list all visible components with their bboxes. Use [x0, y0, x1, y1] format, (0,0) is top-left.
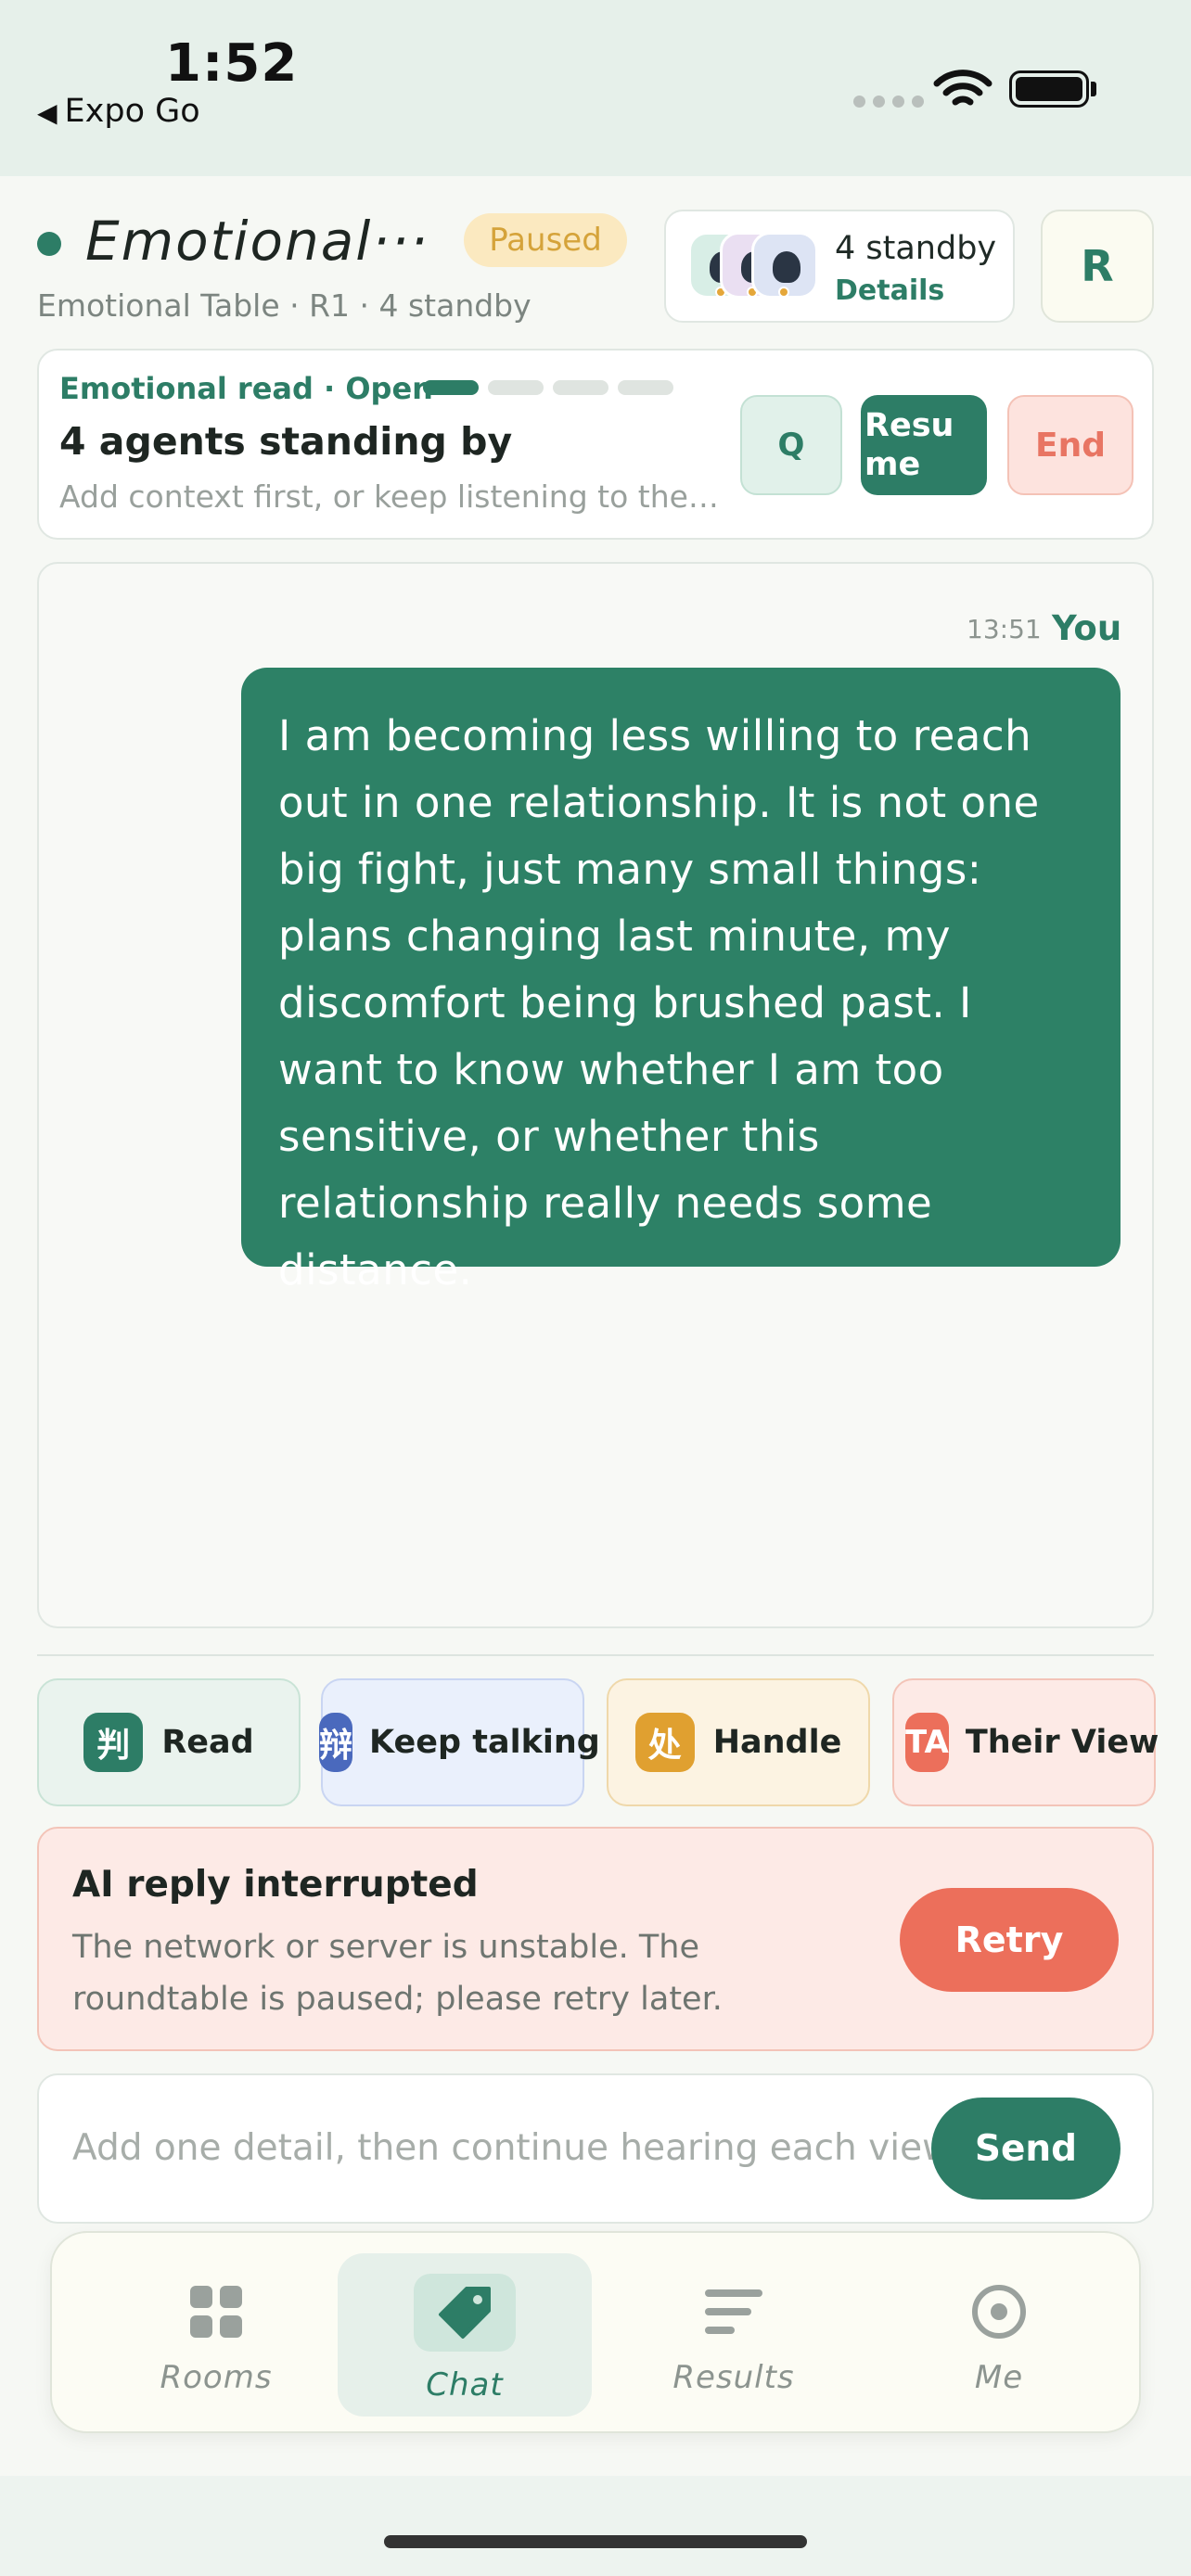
read-action-chip[interactable]: 判 Read: [37, 1678, 301, 1806]
list-icon: [701, 2279, 766, 2344]
round-progress: [423, 380, 673, 395]
paused-badge: Paused: [464, 213, 627, 267]
question-button[interactable]: Q: [740, 395, 842, 495]
back-to-app-link[interactable]: ◀ Expo Go: [37, 93, 200, 130]
divider: [37, 1654, 1154, 1656]
end-button[interactable]: End: [1007, 395, 1133, 495]
standby-count: 4 standby: [835, 230, 997, 267]
back-app-label: Expo Go: [64, 93, 200, 130]
keep-talking-chip[interactable]: 辩 Keep talking: [319, 1678, 600, 1806]
battery-tip: [1091, 82, 1096, 96]
profile-button[interactable]: R: [1041, 210, 1154, 323]
tab-chat-label: Chat: [426, 2366, 504, 2404]
tab-rooms-label: Rooms: [160, 2359, 273, 2396]
retry-button[interactable]: Retry: [900, 1888, 1119, 1992]
read-badge-icon: 判: [83, 1713, 144, 1772]
agents-hint: Add context first, or keep listening to …: [59, 478, 720, 515]
tag-icon: [414, 2274, 516, 2352]
room-subtitle: Emotional Table · R1 · 4 standby: [37, 287, 531, 324]
wifi-icon: [933, 67, 992, 117]
standby-card[interactable]: 4 standby Details: [664, 210, 1015, 323]
back-triangle-icon: ◀: [37, 97, 58, 128]
room-title: Emotional···: [85, 210, 429, 273]
resume-button[interactable]: Resume: [861, 395, 987, 495]
bottom-tab-bar: Rooms Chat Results Me: [50, 2231, 1141, 2433]
tab-results-label: Results: [672, 2359, 795, 2396]
chat-transcript[interactable]: 13:51 You I am becoming less willing to …: [37, 562, 1154, 1628]
home-indicator: [384, 2535, 807, 2548]
emotional-read-panel: Emotional read · Open 4 agents standing …: [37, 349, 1154, 540]
handle-action-label: Handle: [712, 1724, 842, 1761]
message-author: You: [1052, 608, 1122, 648]
handle-badge-icon: 处: [634, 1713, 695, 1772]
avatar: [751, 232, 818, 299]
status-time: 1:52: [165, 33, 299, 94]
signal-icon: [853, 96, 924, 108]
progress-step: [618, 380, 673, 395]
handle-action-chip[interactable]: 处 Handle: [607, 1678, 870, 1806]
message-input[interactable]: [72, 2112, 944, 2183]
their-view-chip[interactable]: TA Their View: [892, 1678, 1159, 1806]
read-action-label: Read: [161, 1724, 254, 1761]
error-title: AI reply interrupted: [72, 1864, 479, 1906]
tab-me[interactable]: Me: [872, 2253, 1126, 2417]
tab-results[interactable]: Results: [607, 2253, 861, 2417]
tab-chat[interactable]: Chat: [338, 2253, 592, 2417]
read-status-label: Emotional read · Open: [59, 371, 433, 406]
standby-details-link[interactable]: Details: [835, 274, 944, 307]
progress-step: [488, 380, 544, 395]
keep-talking-badge-icon: 辩: [319, 1713, 353, 1772]
tab-rooms[interactable]: Rooms: [89, 2253, 343, 2417]
keep-talking-label: Keep talking: [369, 1724, 600, 1761]
progress-step: [553, 380, 608, 395]
battery-icon: [1009, 70, 1089, 108]
user-message-bubble: I am becoming less willing to reach out …: [241, 668, 1121, 1294]
error-message: The network or server is unstable. The r…: [72, 1929, 723, 2018]
message-time: 13:51: [967, 614, 1042, 644]
their-view-label: Their View: [965, 1724, 1159, 1761]
progress-step: [423, 380, 479, 395]
live-status-dot: [37, 232, 61, 256]
agents-headline: 4 agents standing by: [59, 419, 513, 464]
error-banner: AI reply interrupted The network or serv…: [37, 1827, 1154, 2051]
agent-avatars: [688, 232, 827, 306]
their-view-badge-icon: TA: [905, 1713, 949, 1772]
send-button[interactable]: Send: [931, 2098, 1121, 2200]
tab-me-label: Me: [974, 2359, 1024, 2396]
message-composer: Send: [37, 2073, 1154, 2224]
grid-icon: [184, 2279, 249, 2344]
target-icon: [967, 2279, 1031, 2344]
